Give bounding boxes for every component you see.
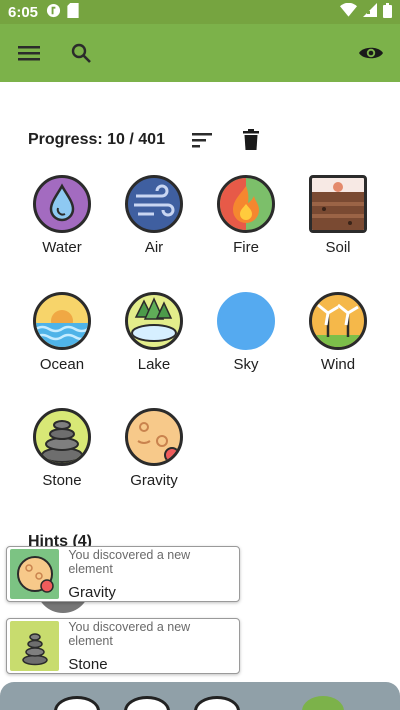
element-label: Stone: [42, 472, 82, 489]
element-lake[interactable]: Lake: [108, 292, 200, 373]
toast-element-name: Stone: [68, 655, 108, 673]
element-fire[interactable]: Fire: [200, 175, 292, 256]
wifi-icon: [340, 2, 357, 21]
element-label: Sky: [233, 356, 259, 373]
wind-icon: [309, 292, 367, 350]
element-label: Air: [144, 239, 164, 256]
progress-label: Progress: 10 / 401: [28, 131, 165, 148]
element-label: Wind: [320, 356, 356, 373]
discovery-toast: You discovered a new element Gravity: [6, 546, 240, 602]
air-icon: [125, 175, 183, 233]
element-label: Gravity: [130, 472, 178, 489]
element-label: Ocean: [39, 356, 85, 373]
gravity-icon: [10, 549, 60, 599]
sd-card-icon: [67, 2, 79, 22]
eye-icon[interactable]: [358, 40, 384, 66]
element-stone[interactable]: Stone: [16, 408, 108, 489]
app-bar: [0, 24, 400, 82]
app-notification-icon: [46, 3, 61, 22]
element-slot[interactable]: [194, 696, 240, 710]
toast-message: You discovered a new element: [68, 619, 191, 648]
soil-icon: [309, 175, 367, 233]
element-wind[interactable]: Wind: [292, 292, 384, 373]
element-slot[interactable]: [124, 696, 170, 710]
gravity-icon: [125, 408, 183, 466]
sky-icon: [217, 292, 275, 350]
menu-icon[interactable]: [16, 40, 42, 66]
search-icon[interactable]: [68, 40, 94, 66]
sort-icon[interactable]: [191, 128, 215, 152]
element-slot[interactable]: [54, 696, 100, 710]
ocean-icon: [33, 292, 91, 350]
bottom-panel[interactable]: [0, 682, 400, 710]
element-ocean[interactable]: Ocean: [16, 292, 108, 373]
element-label: Lake: [137, 356, 171, 373]
element-soil[interactable]: Soil: [292, 175, 384, 256]
fire-icon: [217, 175, 275, 233]
element-sky[interactable]: Sky: [200, 292, 292, 373]
element-label: Soil: [325, 239, 351, 256]
stone-icon: [33, 408, 91, 466]
element-water[interactable]: Water: [16, 175, 108, 256]
element-label: Fire: [233, 239, 259, 256]
battery-icon: [383, 2, 392, 22]
element-gravity[interactable]: Gravity: [108, 408, 200, 489]
signal-icon: [363, 3, 377, 21]
discovery-toast: You discovered a new element Stone: [6, 618, 240, 674]
element-label: Water: [42, 239, 82, 256]
toast-message: You discovered a new element: [68, 547, 191, 576]
toast-element-name: Gravity: [68, 583, 116, 601]
status-bar: 6:05: [0, 0, 400, 24]
progress-row: Progress: 10 / 401: [28, 128, 265, 152]
lake-icon: [125, 292, 183, 350]
trash-icon[interactable]: [241, 128, 265, 152]
water-icon: [33, 175, 91, 233]
status-time: 6:05: [8, 3, 39, 21]
stone-icon: [10, 621, 60, 671]
combine-button[interactable]: [302, 696, 344, 710]
element-air[interactable]: Air: [108, 175, 200, 256]
